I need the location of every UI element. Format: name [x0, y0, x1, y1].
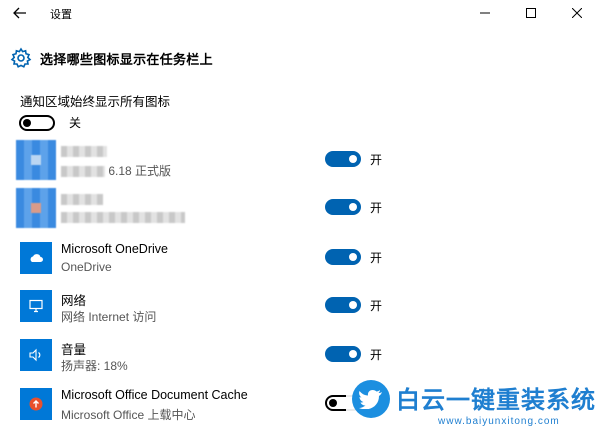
toggle-knob	[329, 399, 337, 407]
minimize-icon	[480, 12, 490, 14]
app-subtitle: 扬声器: 18%	[61, 359, 128, 373]
back-button[interactable]	[6, 2, 34, 24]
page-header: 选择哪些图标显示在任务栏上	[10, 46, 213, 70]
watermark-url: www.baiyunxitong.com	[438, 416, 560, 427]
app-toggle[interactable]	[325, 346, 361, 362]
app-subtitle: 网络 Internet 访问	[61, 310, 157, 324]
maximize-button[interactable]	[508, 0, 554, 26]
minimize-button[interactable]	[462, 0, 508, 26]
maximize-icon	[526, 8, 536, 18]
app-name: 音量	[61, 343, 87, 357]
toggle-knob	[349, 203, 357, 211]
app-toggle[interactable]	[325, 249, 361, 265]
app-row-onedrive: Microsoft OneDrive OneDrive 开	[0, 238, 600, 278]
cloud-icon	[20, 242, 52, 274]
app-name	[61, 144, 107, 158]
app-state: 开	[370, 299, 383, 313]
page-title: 选择哪些图标显示在任务栏上	[40, 51, 213, 67]
close-icon	[572, 8, 582, 18]
toggle-knob	[349, 301, 357, 309]
app-toggle[interactable]	[325, 199, 361, 215]
speaker-icon	[20, 339, 52, 371]
app-state: 开	[370, 201, 383, 215]
close-button[interactable]	[554, 0, 600, 26]
toggle-knob	[349, 253, 357, 261]
app-name: Microsoft Office Document Cache	[61, 388, 248, 402]
app-name: 网络	[61, 294, 87, 308]
always-show-label: 通知区域始终显示所有图标	[20, 95, 171, 109]
watermark: 白云一键重装系统 www.baiyunxitong.com	[346, 376, 600, 431]
app-state: 开	[370, 251, 383, 265]
app-subtitle: Microsoft Office 上载中心	[61, 408, 196, 422]
app-name: Microsoft OneDrive	[61, 242, 168, 256]
blurred-app-icon	[16, 140, 56, 180]
always-show-toggle[interactable]	[19, 114, 55, 131]
app-toggle[interactable]	[325, 151, 361, 167]
app-subtitle: 6.18 正式版	[61, 162, 171, 179]
always-show-state: 关	[69, 116, 82, 130]
app-toggle[interactable]	[325, 297, 361, 313]
bird-icon	[352, 380, 390, 418]
app-state: 开	[370, 153, 383, 167]
toggle-knob	[23, 118, 31, 127]
app-row-1: 6.18 正式版 开	[0, 140, 600, 180]
blurred-app-icon	[16, 188, 56, 228]
toggle-knob	[349, 155, 357, 163]
watermark-brand: 白云一键重装系统	[396, 387, 596, 414]
office-upload-icon	[20, 388, 52, 420]
app-row-volume: 音量 扬声器: 18% 开	[0, 335, 600, 375]
app-row-network: 网络 网络 Internet 访问 开	[0, 286, 600, 326]
app-state: 开	[370, 348, 383, 362]
network-icon	[20, 290, 52, 322]
title-bar: 设置	[0, 0, 600, 26]
back-arrow-icon	[13, 7, 26, 19]
window-title: 设置	[50, 9, 72, 21]
always-show-row: 关	[19, 114, 81, 131]
app-subtitle: OneDrive	[61, 260, 112, 274]
app-row-2: 开	[0, 188, 600, 228]
app-name	[61, 192, 103, 206]
gear-icon	[10, 47, 32, 68]
app-subtitle	[61, 210, 185, 224]
toggle-knob	[349, 350, 357, 358]
